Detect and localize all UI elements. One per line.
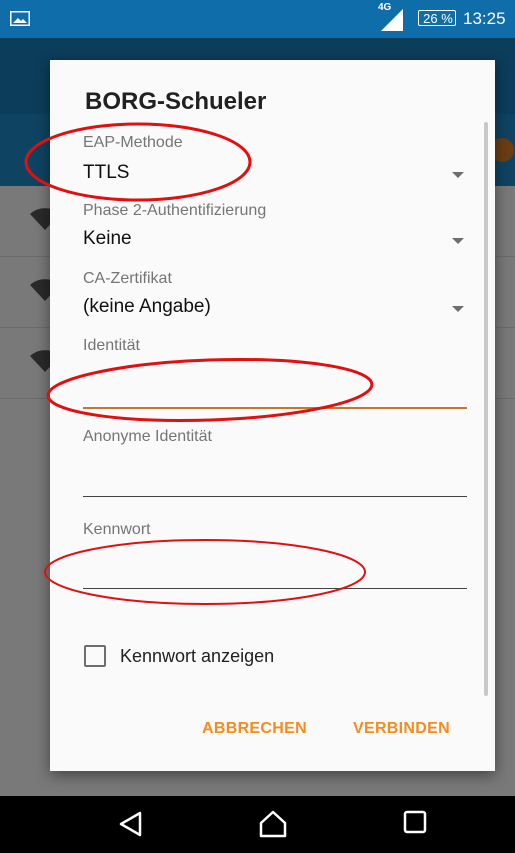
recents-icon[interactable] [403,810,427,834]
anonymous-identity-label: Anonyme Identität [83,428,212,445]
status-bar: 4G 26 % 13:25 [0,0,515,38]
connect-button[interactable]: VERBINDEN [353,720,450,738]
home-icon[interactable] [258,810,288,838]
phase2-select[interactable]: Keine [83,226,467,256]
password-input[interactable] [83,548,467,586]
clock: 13:25 [463,9,506,28]
identity-input[interactable] [83,365,467,405]
back-icon[interactable] [118,810,144,838]
navigation-bar [0,796,515,853]
dropdown-caret-icon [452,238,464,244]
eap-method-select[interactable]: TTLS [83,160,467,190]
anonymous-identity-underline [83,496,467,497]
scrollbar[interactable] [484,122,488,696]
cancel-button[interactable]: ABBRECHEN [202,720,307,738]
dropdown-caret-icon [452,306,464,312]
anonymous-identity-input[interactable] [83,456,467,494]
password-underline [83,588,467,589]
identity-underline [83,407,467,409]
eap-method-value: TTLS [83,162,130,183]
show-password-label[interactable]: Kennwort anzeigen [120,646,274,667]
show-password-checkbox[interactable] [84,645,106,667]
wifi-config-dialog: BORG-Schueler EAP-Methode TTLS Phase 2-A… [50,60,495,771]
ca-cert-label: CA-Zertifikat [83,270,172,287]
phase2-label: Phase 2-Authentifizierung [83,202,267,219]
dialog-title: BORG-Schueler [85,88,267,115]
password-label: Kennwort [83,521,151,538]
battery-icon: 26 % [418,10,456,26]
eap-method-label: EAP-Methode [83,134,183,151]
ca-cert-value: (keine Angabe) [83,296,211,317]
phase2-value: Keine [83,228,132,249]
signal-icon [381,9,403,31]
gallery-icon [10,11,30,26]
ca-cert-select[interactable]: (keine Angabe) [83,294,467,324]
dropdown-caret-icon [452,172,464,178]
identity-label: Identität [83,337,140,354]
battery-level: 26 % [423,11,453,26]
